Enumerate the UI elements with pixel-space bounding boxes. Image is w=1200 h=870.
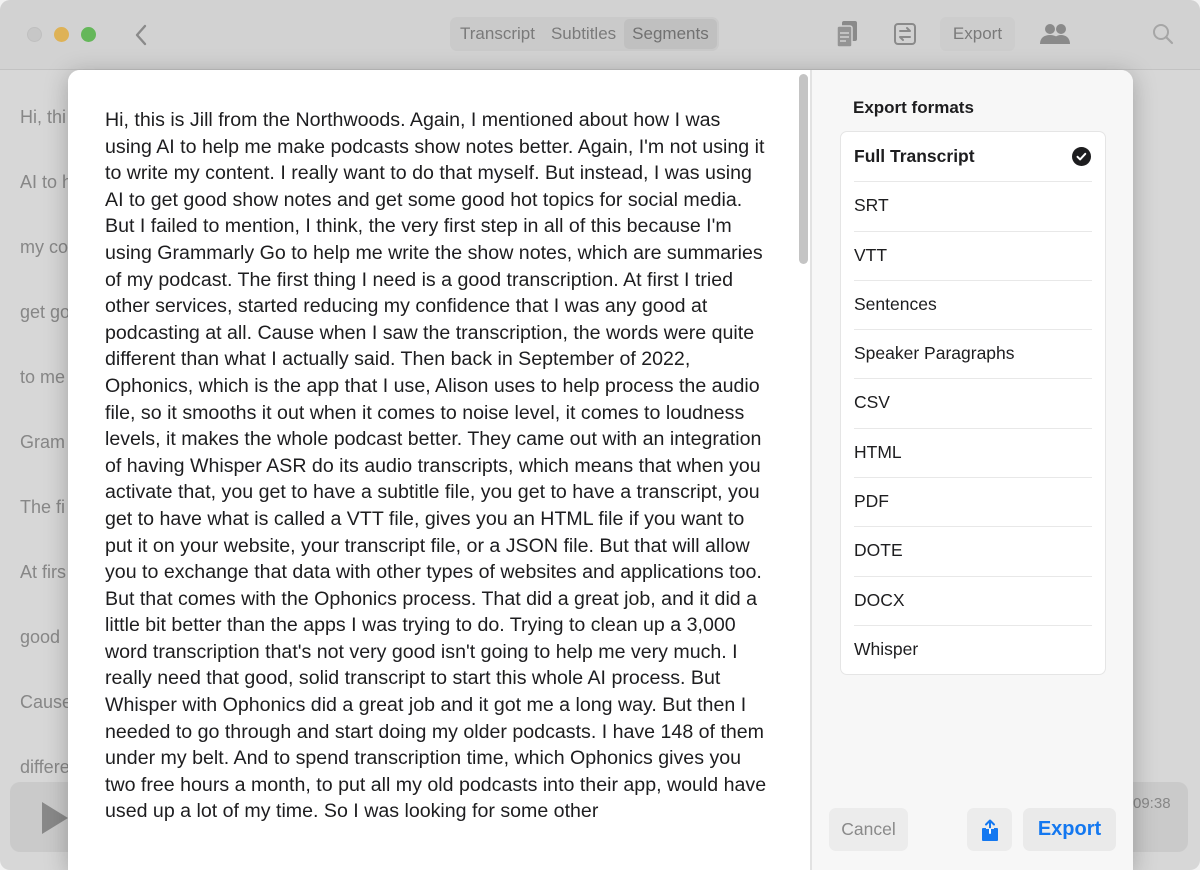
transcript-preview: Hi, this is Jill from the Northwoods. Ag…: [68, 70, 810, 870]
format-item-pdf[interactable]: PDF: [841, 477, 1105, 526]
export-sheet: Hi, this is Jill from the Northwoods. Ag…: [68, 70, 1133, 870]
format-label: Speaker Paragraphs: [854, 343, 1015, 364]
format-item-sentences[interactable]: Sentences: [841, 279, 1105, 329]
scrollbar-thumb[interactable]: [798, 74, 808, 264]
format-label: PDF: [854, 491, 889, 512]
share-icon: [981, 819, 998, 841]
format-label: DOCX: [854, 589, 905, 610]
format-item-html[interactable]: HTML: [841, 427, 1105, 477]
checkmark-icon: [1072, 147, 1091, 166]
format-label: Sentences: [854, 293, 937, 314]
format-item-whisper[interactable]: Whisper: [841, 624, 1105, 674]
format-item-csv[interactable]: CSV: [841, 378, 1105, 427]
share-button[interactable]: [967, 808, 1012, 851]
format-item-full-transcript[interactable]: Full Transcript: [841, 132, 1105, 181]
format-item-speaker-paragraphs[interactable]: Speaker Paragraphs: [841, 329, 1105, 378]
export-button[interactable]: Export: [1023, 808, 1116, 851]
format-label: HTML: [854, 441, 902, 462]
export-options-pane: Export formats Full Transcript SRT VTT S…: [812, 70, 1133, 870]
export-formats-title: Export formats: [853, 98, 974, 117]
format-list: Full Transcript SRT VTT Sentences Speake…: [840, 131, 1106, 676]
format-item-dote[interactable]: DOTE: [841, 526, 1105, 575]
format-item-docx[interactable]: DOCX: [841, 575, 1105, 625]
format-item-srt[interactable]: SRT: [841, 181, 1105, 230]
format-label: CSV: [854, 392, 890, 413]
cancel-button[interactable]: Cancel: [829, 808, 908, 851]
transcript-text: Hi, this is Jill from the Northwoods. Ag…: [105, 109, 767, 823]
format-label: Whisper: [854, 638, 919, 659]
format-item-vtt[interactable]: VTT: [841, 230, 1105, 280]
format-label: VTT: [854, 244, 888, 265]
format-label: DOTE: [854, 540, 903, 561]
transcript-scrollbar[interactable]: [797, 72, 809, 268]
format-label: Full Transcript: [854, 146, 975, 166]
format-label: SRT: [854, 195, 889, 216]
